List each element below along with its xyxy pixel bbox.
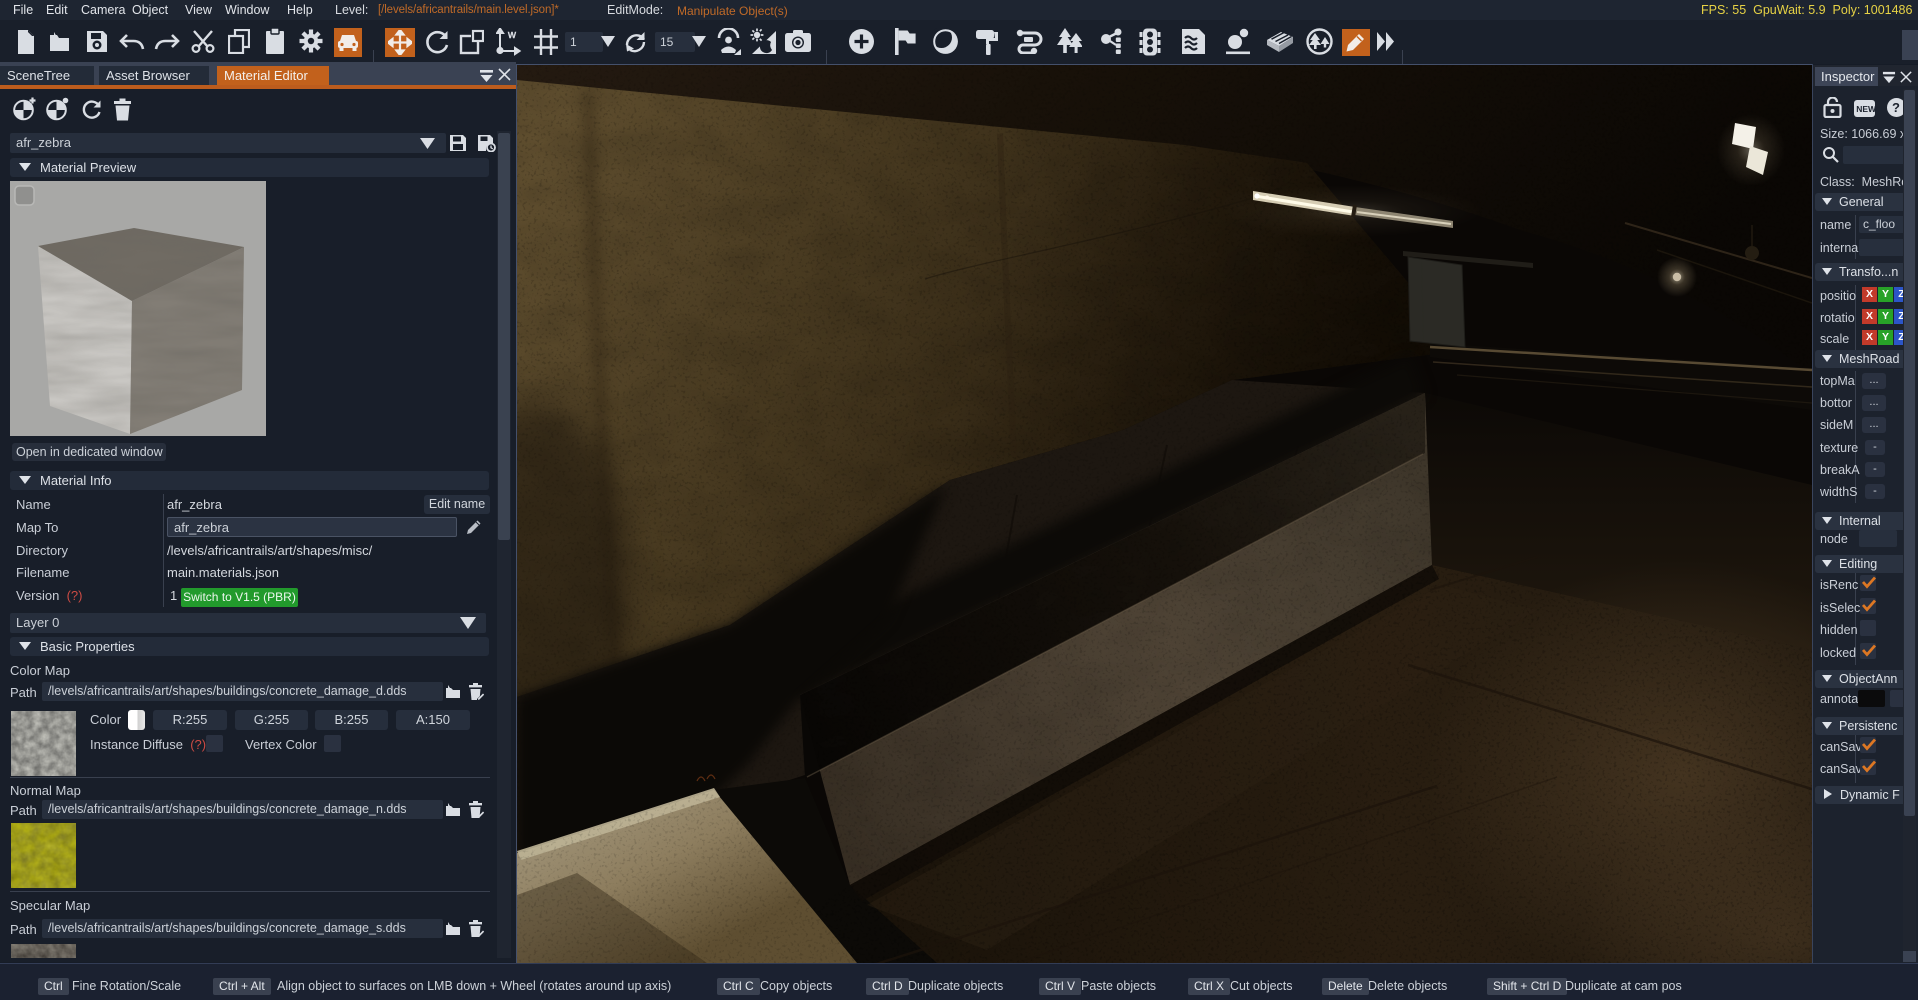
svg-text:w: w [507,29,516,41]
svg-text:?: ? [1892,100,1900,115]
svg-text:NEW: NEW [1856,104,1875,114]
